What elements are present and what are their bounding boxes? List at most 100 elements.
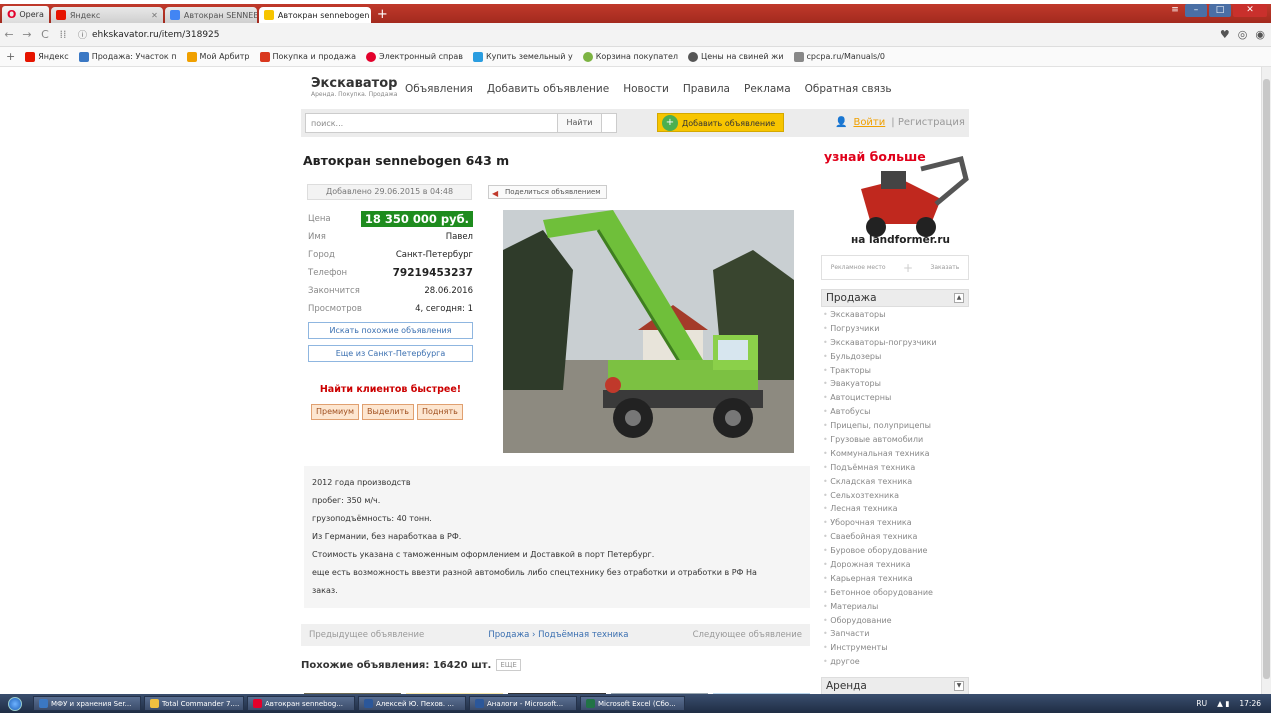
category-header-rent[interactable]: Аренда ▼ [821,677,969,694]
start-button[interactable] [0,694,30,713]
scrollbar-thumb[interactable] [1263,79,1270,679]
bookmark-item[interactable]: Яндекс [25,51,69,62]
reload-icon[interactable]: C [36,28,54,41]
more-from-city-button[interactable]: Еще из Санкт-Петербурга [308,345,473,362]
nav-news[interactable]: Новости [623,83,669,95]
category-link[interactable]: Дорожная техника [823,560,971,574]
vpn-icon[interactable]: ◎ [1238,28,1248,41]
category-link[interactable]: Карьерная техника [823,574,971,588]
site-logo[interactable]: Экскаватор Аренда. Покупка. Продажа [311,76,397,98]
bookmark-item[interactable]: Цены на свиней жи [688,51,784,62]
heart-icon[interactable]: ♥ [1220,28,1230,41]
ad-placement-box[interactable]: Рекламное место + Заказать [821,255,969,280]
taskbar-label: Total Commander 7.... [162,699,240,708]
similar-more-button[interactable]: ЕЩЕ [496,659,521,671]
forward-icon[interactable]: → [18,28,36,41]
category-link[interactable]: Автобусы [823,407,971,421]
category-link[interactable]: Запчасти [823,629,971,643]
login-link[interactable]: Войти [853,117,885,128]
opera-menu-button[interactable]: O Opera [2,6,49,23]
speed-dial-icon[interactable]: ⁞⁞ [54,28,72,41]
collapse-icon[interactable]: ▲ [954,293,964,303]
language-indicator[interactable]: RU [1196,699,1207,708]
category-link[interactable]: Лесная техника [823,504,971,518]
url-field[interactable]: ⓘ ehkskavator.ru/item/318925 [78,28,220,42]
highlight-button[interactable]: Выделить [362,404,414,420]
minimize-icon[interactable]: – [1185,4,1207,17]
taskbar-item[interactable]: Аналоги - Microsoft... [469,696,577,711]
tab-sennebogen-google[interactable]: Автокран SENNEBOGEN ✕ [164,7,257,23]
bookmark-item[interactable]: cpcpa.ru/Manuals/0 [793,51,885,62]
category-link[interactable]: Складская техника [823,477,971,491]
word-icon [475,699,484,708]
category-link[interactable]: Сваебойная техника [823,532,971,546]
category-link[interactable]: Тракторы [823,366,971,380]
close-icon[interactable]: ✕ [151,11,158,20]
taskbar-item[interactable]: МФУ и хранения Ser... [33,696,141,711]
category-link[interactable]: Буровое оборудование [823,546,971,560]
category-link[interactable]: Экскаваторы-погрузчики [823,338,971,352]
expand-icon[interactable]: ▼ [954,681,964,691]
bookmark-item[interactable]: Электронный справ [366,51,463,62]
category-link[interactable]: Оборудование [823,616,971,630]
maximize-icon[interactable]: □ [1209,4,1231,17]
bookmark-item[interactable]: Корзина покупател [582,51,678,62]
clock[interactable]: 17:26 [1239,699,1261,708]
tab-yandex[interactable]: Яндекс ✕ [50,7,163,23]
tab-active-listing[interactable]: Автокран sennebogen 64 ✕ [258,7,371,23]
bookmark-item[interactable]: Купить земельный у [472,51,573,62]
category-link[interactable]: Экскаваторы [823,310,971,324]
category-header-sale[interactable]: Продажа ▲ [821,289,969,307]
search-button[interactable]: Найти [557,113,602,133]
taskbar-item[interactable]: Microsoft Excel (Сбо... [580,696,685,711]
add-listing-button[interactable]: + Добавить объявление [657,113,785,132]
category-link[interactable]: Прицепы, полуприцепы [823,421,971,435]
category-link[interactable]: Бульдозеры [823,352,971,366]
new-tab-plus-icon[interactable]: + [377,7,388,23]
nav-ads[interactable]: Реклама [744,83,791,95]
bookmark-item[interactable]: Покупка и продажа [259,51,356,62]
back-icon[interactable]: ← [0,28,18,41]
category-link[interactable]: Сельхозтехника [823,491,971,505]
info-icon[interactable]: ⓘ [78,28,87,41]
description-line: еще есть возможность ввезти разной автом… [312,568,757,577]
category-link[interactable]: Грузовые автомобили [823,435,971,449]
category-link[interactable]: Материалы [823,602,971,616]
category-link[interactable]: другое [823,657,971,671]
share-button[interactable]: ◀ Поделиться объявлением [488,185,607,199]
category-link[interactable]: Уборочная техника [823,518,971,532]
category-link[interactable]: Эвакуаторы [823,379,971,393]
premium-button[interactable]: Премиум [311,404,360,420]
nav-feedback[interactable]: Обратная связь [805,83,892,95]
category-breadcrumb[interactable]: Продажа › Подъёмная техника [488,630,628,640]
nav-listings[interactable]: Объявления [405,83,473,95]
prev-listing-link[interactable]: Предыдущее объявление [309,630,424,640]
sidebar-ad-banner[interactable]: узнай больше на landformer.ru [821,149,971,252]
category-link[interactable]: Бетонное оборудование [823,588,971,602]
add-bookmark-icon[interactable]: + [6,50,15,63]
page-scrollbar[interactable] [1261,67,1271,694]
category-link[interactable]: Инструменты [823,643,971,657]
ad-order-link[interactable]: Заказать [931,264,960,271]
register-link[interactable]: | Регистрация [891,117,965,128]
taskbar-item[interactable]: Алексей Ю. Пехов. ... [358,696,466,711]
category-link[interactable]: Коммунальная техника [823,449,971,463]
next-listing-link[interactable]: Следующее объявление [693,630,802,640]
close-window-icon[interactable]: ✕ [1233,4,1267,17]
taskbar-item[interactable]: Автокран sennebog... [247,696,355,711]
bookmark-item[interactable]: Продажа: Участок п [78,51,177,62]
find-similar-button[interactable]: Искать похожие объявления [308,322,473,339]
category-link[interactable]: Подъёмная техника [823,463,971,477]
category-link[interactable]: Автоцистерны [823,393,971,407]
category-link[interactable]: Погрузчики [823,324,971,338]
listing-photo[interactable] [503,210,794,453]
network-icon[interactable]: ▲ ▮ [1217,699,1229,708]
raise-button[interactable]: Поднять [416,404,463,420]
phone-number: 79219453237 [392,267,473,279]
nav-rules[interactable]: Правила [683,83,730,95]
extension-icon[interactable]: ◉ [1255,28,1265,41]
nav-add-listing[interactable]: Добавить объявление [487,83,609,95]
taskbar-item[interactable]: Total Commander 7.... [144,696,244,711]
menu-icon[interactable]: ≡ [1167,4,1183,17]
bookmark-item[interactable]: Мой Арбитр [186,51,250,62]
